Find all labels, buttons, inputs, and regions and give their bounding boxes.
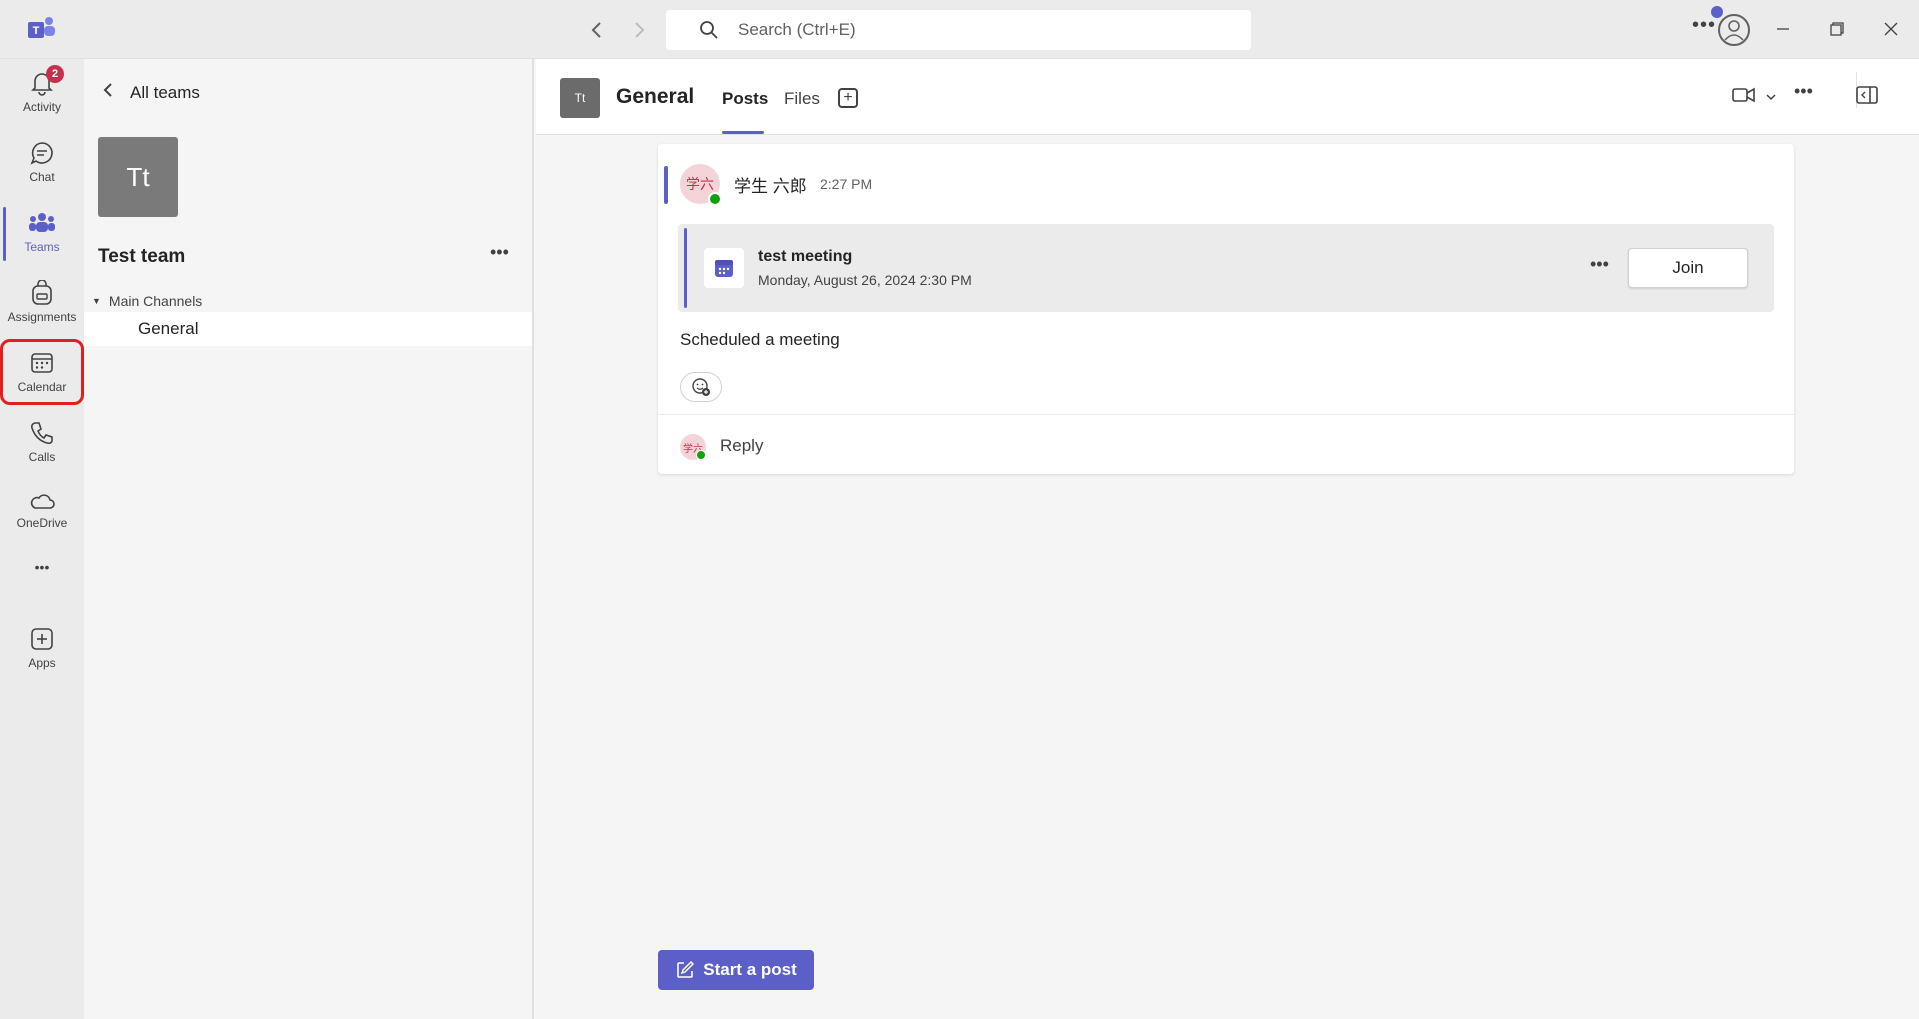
- caret-down-icon: ▼: [92, 296, 101, 306]
- rail-item-assignments[interactable]: Assignments: [0, 269, 84, 335]
- rail-item-chat[interactable]: Chat: [0, 129, 84, 195]
- team-panel: All teams Tt Test team ••• ▼ Main Channe…: [84, 59, 534, 1019]
- person-icon: [1724, 20, 1744, 41]
- rail-item-onedrive[interactable]: OneDrive: [0, 477, 84, 543]
- search-placeholder: Search (Ctrl+E): [738, 20, 856, 39]
- chat-icon: [30, 142, 53, 165]
- join-button[interactable]: Join: [1628, 248, 1748, 288]
- rail-label: Assignments: [7, 310, 77, 324]
- tab-posts[interactable]: Posts: [722, 89, 768, 109]
- team-avatar: Tt: [98, 137, 178, 217]
- more-icon: •••: [34, 559, 50, 575]
- phone-icon: [31, 422, 53, 445]
- reply-presence-icon: [696, 450, 706, 460]
- all-teams-label: All teams: [130, 82, 200, 102]
- side-panel-icon[interactable]: [1856, 85, 1878, 110]
- emoji-add-icon: [692, 378, 710, 396]
- meeting-card[interactable]: test meeting Monday, August 26, 2024 2:3…: [678, 224, 1774, 312]
- activity-badge: 2: [46, 65, 64, 83]
- meeting-calendar-icon: [704, 248, 744, 288]
- add-reaction-button[interactable]: [680, 372, 722, 402]
- app-rail: 2 Activity Chat Teams Assignments Calend…: [0, 59, 84, 1019]
- rail-more-apps[interactable]: •••: [0, 547, 84, 587]
- post-body-text: Scheduled a meeting: [680, 330, 840, 349]
- post-timestamp: 2:27 PM: [820, 176, 873, 192]
- tab-files[interactable]: Files: [784, 89, 820, 109]
- rail-item-teams[interactable]: Teams: [0, 199, 84, 265]
- team-more-options-icon[interactable]: •••: [490, 242, 509, 263]
- cloud-icon: [30, 494, 55, 509]
- chevron-down-icon[interactable]: [1765, 89, 1777, 107]
- channel-avatar: Tt: [560, 78, 600, 118]
- restore-icon[interactable]: [1822, 14, 1852, 44]
- rail-label: Teams: [24, 240, 60, 254]
- minimize-icon[interactable]: [1768, 14, 1798, 44]
- compose-icon: [677, 960, 695, 978]
- svg-text:T: T: [33, 25, 40, 37]
- calendar-icon: [31, 353, 53, 373]
- rail-label: Activity: [22, 100, 61, 114]
- team-name: Test team: [98, 246, 186, 267]
- start-post-label: Start a post: [703, 960, 797, 979]
- all-teams-button[interactable]: All teams: [102, 81, 200, 104]
- meeting-title: test meeting: [758, 248, 853, 265]
- rail-item-activity[interactable]: 2 Activity: [0, 59, 84, 125]
- rail-label: OneDrive: [16, 516, 68, 530]
- add-tab-icon[interactable]: +: [838, 88, 858, 108]
- forward-arrow-icon[interactable]: [626, 17, 652, 43]
- post-accent-bar: [664, 166, 668, 204]
- search-input[interactable]: Search (Ctrl+E): [666, 10, 1251, 50]
- video-call-icon[interactable]: [1732, 85, 1756, 110]
- add-app-icon: [31, 628, 53, 650]
- section-label: Main Channels: [108, 293, 203, 309]
- close-icon[interactable]: [1876, 14, 1906, 44]
- channel-header: Tt General Posts Files + •••: [536, 59, 1919, 135]
- author-name[interactable]: 学生 六郎: [734, 172, 807, 197]
- rail-label: Calls: [28, 450, 56, 464]
- search-icon: [700, 21, 718, 39]
- channel-section-toggle[interactable]: ▼ Main Channels: [92, 293, 202, 309]
- meeting-datetime: Monday, August 26, 2024 2:30 PM: [758, 272, 972, 288]
- rail-label: Calendar: [17, 380, 67, 394]
- main-pane: Tt General Posts Files + ••• 学六 学生 六郎 2:…: [536, 59, 1919, 1019]
- channel-label: General: [138, 319, 199, 338]
- start-post-button[interactable]: Start a post: [658, 950, 814, 990]
- channel-item-general[interactable]: General: [84, 312, 532, 346]
- meeting-more-icon[interactable]: •••: [1590, 254, 1609, 275]
- settings-more-icon[interactable]: •••: [1692, 14, 1716, 37]
- channel-title: General: [616, 85, 695, 108]
- presence-available-icon: [708, 192, 722, 206]
- post-card: 学六 学生 六郎 2:27 PM test meeting Monday, Au…: [658, 144, 1794, 474]
- rail-label: Chat: [29, 170, 55, 184]
- teams-logo-icon[interactable]: T: [28, 16, 56, 42]
- meeting-accent-bar: [684, 228, 687, 308]
- rail-item-calls[interactable]: Calls: [0, 409, 84, 475]
- reply-button[interactable]: Reply: [720, 436, 763, 456]
- post-divider: [658, 414, 1794, 415]
- channel-more-icon[interactable]: •••: [1794, 81, 1813, 102]
- rail-label: Apps: [28, 656, 56, 670]
- rail-item-calendar[interactable]: Calendar: [0, 339, 84, 405]
- back-arrow-icon[interactable]: [584, 17, 610, 43]
- chevron-left-icon: [102, 81, 114, 104]
- backpack-icon: [32, 280, 52, 305]
- rail-item-apps[interactable]: Apps: [0, 615, 84, 681]
- profile-avatar[interactable]: [1718, 14, 1750, 46]
- teams-icon: [29, 213, 55, 232]
- title-bar: T Search (Ctrl+E) •••: [0, 0, 1919, 59]
- active-tab-indicator: [722, 131, 764, 134]
